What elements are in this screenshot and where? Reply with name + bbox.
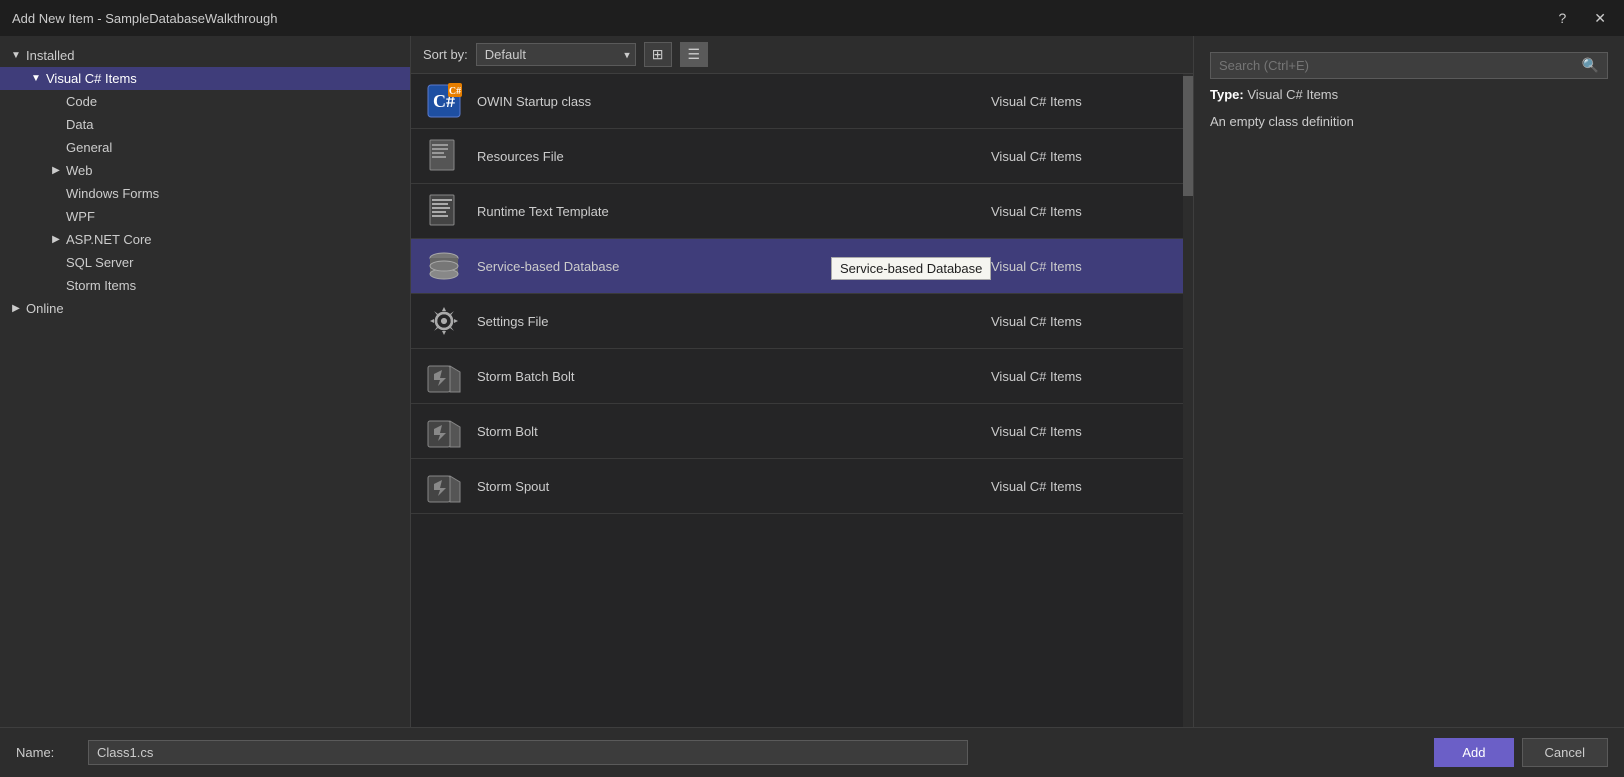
grid-view-button[interactable]: ⊞ (644, 42, 672, 67)
sidebar-item-label: Code (66, 94, 97, 109)
sidebar-item-wpf[interactable]: WPF (0, 205, 410, 228)
sidebar-item-label: SQL Server (66, 255, 133, 270)
sidebar-item-label: ASP.NET Core (66, 232, 152, 247)
toolbar: Sort by: Default Name Type ⊞ ☰ (411, 36, 1193, 74)
item-name: Service-based Database (477, 259, 991, 274)
list-item[interactable]: Resources FileVisual C# Items (411, 129, 1183, 184)
sidebar-item-code[interactable]: Code (0, 90, 410, 113)
item-name: Runtime Text Template (477, 204, 991, 219)
list-item[interactable]: C# C# OWIN Startup classVisual C# Items (411, 74, 1183, 129)
item-name: Storm Batch Bolt (477, 369, 991, 384)
storm-icon (423, 355, 465, 397)
list-item[interactable]: Service-based DatabaseVisual C# ItemsSer… (411, 239, 1183, 294)
sidebar-item-web[interactable]: ▶ Web (0, 159, 410, 182)
database-icon (423, 245, 465, 287)
list-view-button[interactable]: ☰ (680, 42, 709, 67)
item-name: Resources File (477, 149, 991, 164)
text-template-icon (423, 190, 465, 232)
center-panel: Sort by: Default Name Type ⊞ ☰ C# C# OWI… (410, 36, 1194, 727)
sidebar: ▼ Installed ▼ Visual C# Items Code Data … (0, 36, 410, 727)
bottom-bar: Name: Add Cancel (0, 727, 1624, 777)
item-list-container: C# C# OWIN Startup classVisual C# Items … (411, 74, 1193, 727)
sidebar-item-label: Online (26, 301, 64, 316)
sort-label: Sort by: (423, 47, 468, 62)
csharp-icon: C# C# (423, 80, 465, 122)
sidebar-item-label: WPF (66, 209, 95, 224)
search-input[interactable] (1211, 54, 1574, 77)
item-name: Settings File (477, 314, 991, 329)
item-category: Visual C# Items (991, 424, 1171, 439)
help-button[interactable]: ? (1552, 8, 1572, 29)
item-category: Visual C# Items (991, 479, 1171, 494)
storm-icon (423, 410, 465, 452)
sidebar-item-label: Visual C# Items (46, 71, 137, 86)
search-bar: 🔍 (1210, 52, 1608, 79)
settings-icon (423, 300, 465, 342)
list-item[interactable]: Runtime Text TemplateVisual C# Items (411, 184, 1183, 239)
close-button[interactable]: ✕ (1588, 8, 1612, 29)
sidebar-item-windows-forms[interactable]: Windows Forms (0, 182, 410, 205)
item-name: Storm Bolt (477, 424, 991, 439)
chevron-icon: ▼ (28, 73, 44, 84)
name-input[interactable] (88, 740, 968, 765)
list-item[interactable]: Storm SpoutVisual C# Items (411, 459, 1183, 514)
type-info: Type: Visual C# Items (1210, 87, 1608, 102)
sidebar-item-asp-net-core[interactable]: ▶ ASP.NET Core (0, 228, 410, 251)
action-buttons: Add Cancel (1434, 738, 1608, 767)
type-description: An empty class definition (1210, 114, 1608, 129)
item-category: Visual C# Items (991, 314, 1171, 329)
item-list: C# C# OWIN Startup classVisual C# Items … (411, 74, 1183, 727)
item-category: Visual C# Items (991, 94, 1171, 109)
dialog-content: ▼ Installed ▼ Visual C# Items Code Data … (0, 36, 1624, 727)
sidebar-item-label: Web (66, 163, 93, 178)
title-bar: Add New Item - SampleDatabaseWalkthrough… (0, 0, 1624, 36)
document-icon (423, 135, 465, 177)
chevron-icon: ▼ (8, 50, 24, 61)
sidebar-item-label: Data (66, 117, 93, 132)
item-category: Visual C# Items (991, 204, 1171, 219)
storm-icon (423, 465, 465, 507)
sidebar-item-installed[interactable]: ▼ Installed (0, 44, 410, 67)
sort-dropdown[interactable]: Default Name Type (476, 43, 636, 66)
item-category: Visual C# Items (991, 149, 1171, 164)
sidebar-item-online[interactable]: ▶ Online (0, 297, 410, 320)
sidebar-item-label: General (66, 140, 112, 155)
list-item[interactable]: Storm Batch BoltVisual C# Items (411, 349, 1183, 404)
sort-dropdown-wrapper[interactable]: Default Name Type (476, 43, 636, 66)
chevron-expand-icon: ▶ (48, 234, 64, 245)
sidebar-item-visual-c-items[interactable]: ▼ Visual C# Items (0, 67, 410, 90)
search-icon-button[interactable]: 🔍 (1574, 53, 1607, 78)
list-item[interactable]: Settings FileVisual C# Items (411, 294, 1183, 349)
right-panel: 🔍 Type: Visual C# Items An empty class d… (1194, 36, 1624, 727)
item-category: Visual C# Items (991, 369, 1171, 384)
add-button[interactable]: Add (1434, 738, 1513, 767)
item-name: Storm Spout (477, 479, 991, 494)
item-category: Visual C# Items (991, 259, 1171, 274)
type-key: Type: (1210, 87, 1244, 102)
dialog-title: Add New Item - SampleDatabaseWalkthrough (12, 11, 277, 26)
scrollbar[interactable] (1183, 74, 1193, 727)
sidebar-item-sql-server[interactable]: SQL Server (0, 251, 410, 274)
svg-text:C#: C# (449, 86, 461, 97)
sidebar-item-storm-items[interactable]: Storm Items (0, 274, 410, 297)
sidebar-item-label: Storm Items (66, 278, 136, 293)
sidebar-item-data[interactable]: Data (0, 113, 410, 136)
name-label: Name: (16, 745, 76, 760)
title-bar-controls: ? ✕ (1552, 8, 1612, 29)
chevron-expand-icon: ▶ (48, 165, 64, 176)
type-value: Visual C# Items (1247, 87, 1338, 102)
sidebar-item-general[interactable]: General (0, 136, 410, 159)
cancel-button[interactable]: Cancel (1522, 738, 1608, 767)
chevron-expand-icon: ▶ (8, 303, 24, 314)
scrollbar-thumb[interactable] (1183, 76, 1193, 196)
list-item[interactable]: Storm BoltVisual C# Items (411, 404, 1183, 459)
item-name: OWIN Startup class (477, 94, 991, 109)
sidebar-item-label: Installed (26, 48, 74, 63)
sidebar-item-label: Windows Forms (66, 186, 159, 201)
